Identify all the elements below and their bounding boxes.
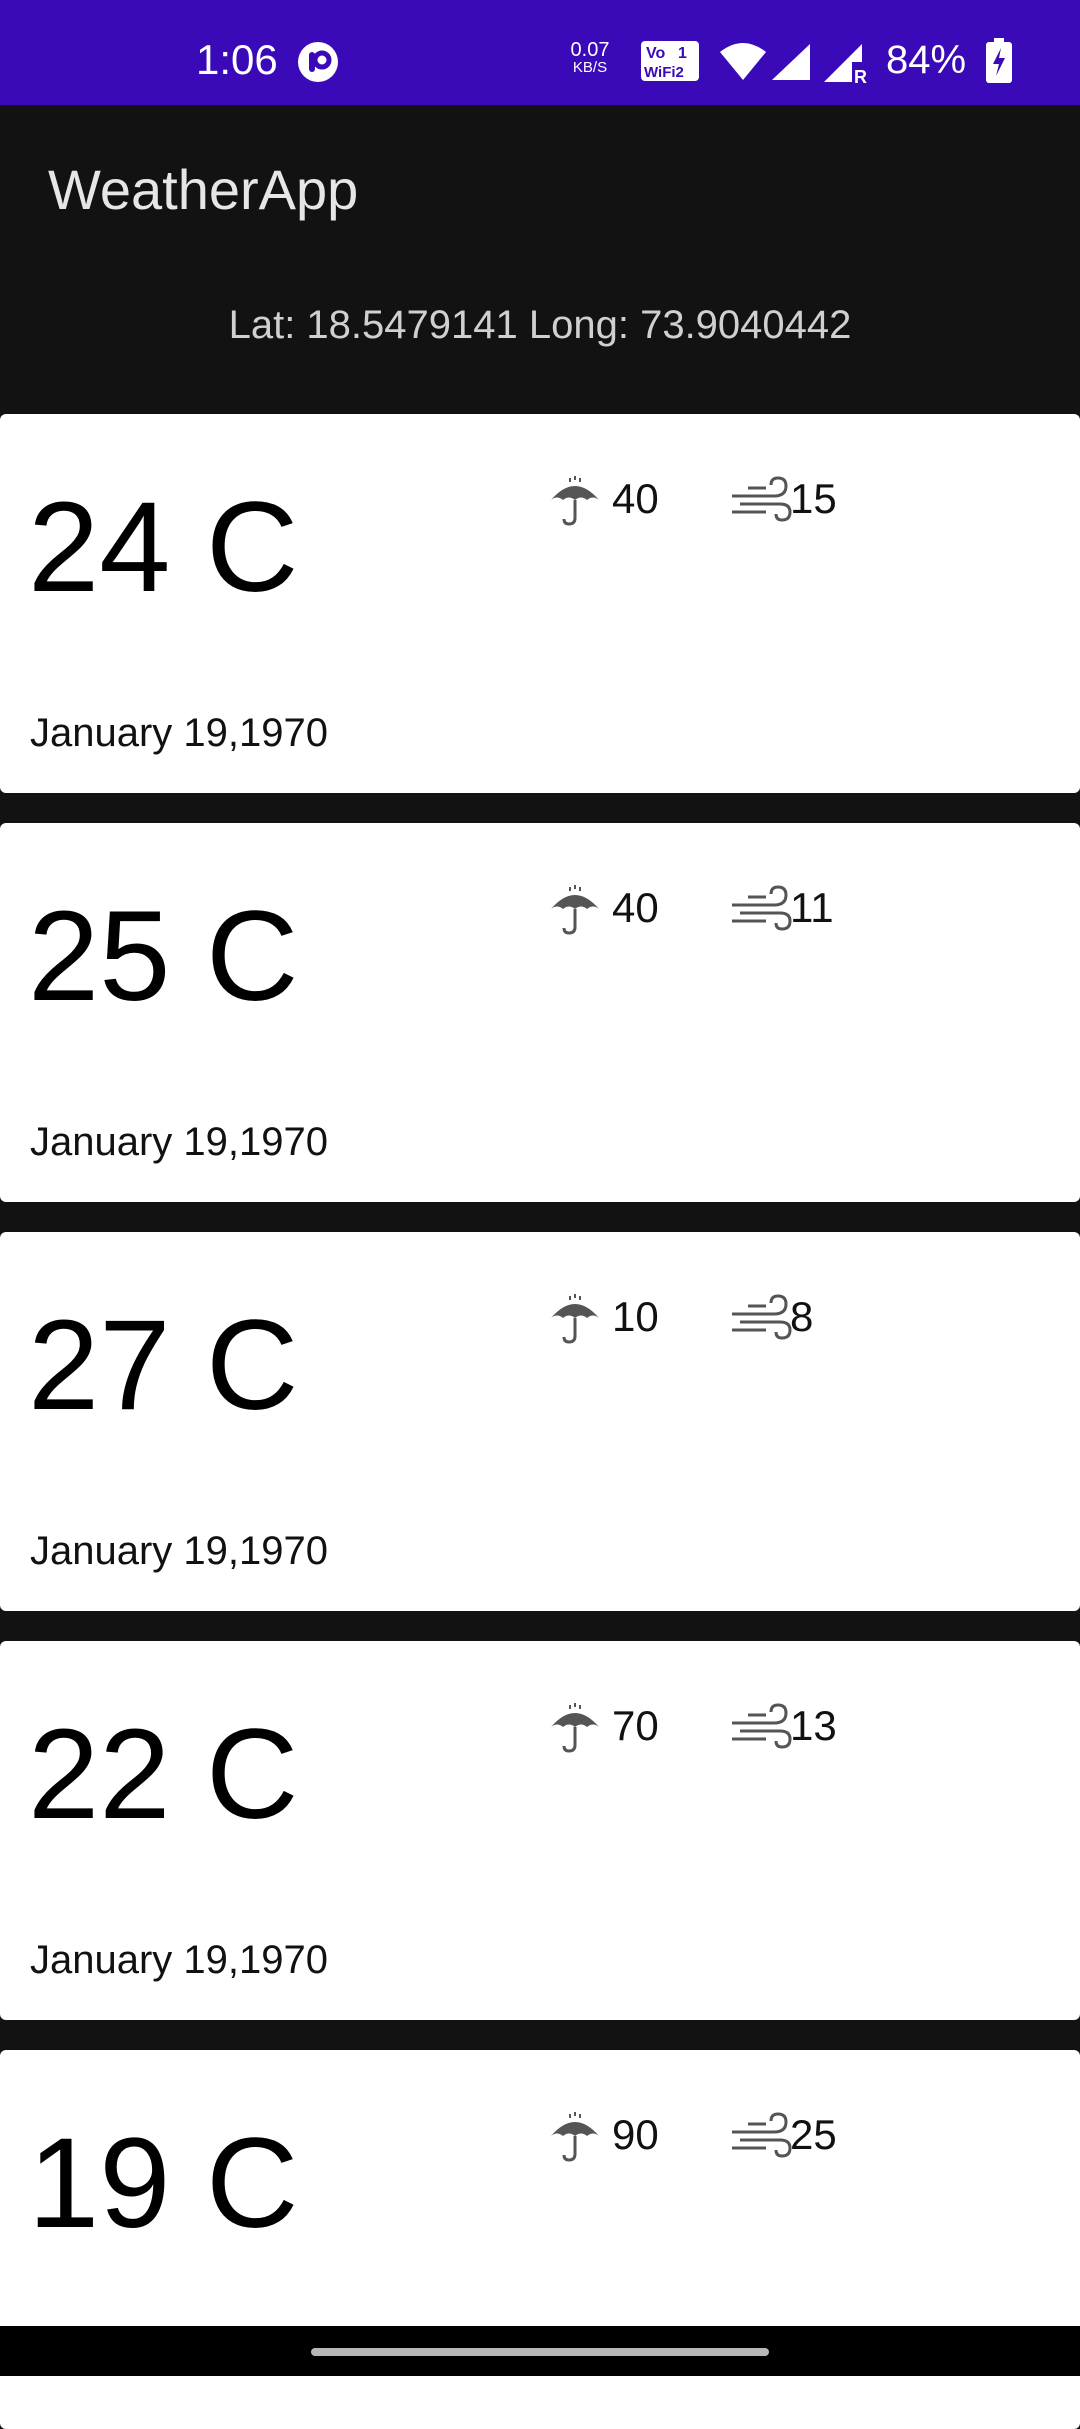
- forecast-date: January 19,1970: [30, 1120, 329, 1164]
- rain-chance: 90: [612, 2111, 659, 2158]
- location-coordinates: Lat: 18.5479141 Long: 73.9040442: [228, 303, 852, 347]
- temperature: 22 C: [28, 1703, 299, 1846]
- home-gesture-handle[interactable]: [311, 2348, 769, 2356]
- umbrella-icon: [551, 1294, 599, 1344]
- volte-wifi-calling-icon: Vo 1 WiFi2: [641, 41, 699, 81]
- network-speed-unit: KB/S: [572, 59, 608, 76]
- wind-icon: [732, 476, 792, 522]
- wind-speed: 15: [790, 475, 837, 522]
- forecast-card[interactable]: 22 C 70 13 January 19,1970: [0, 1641, 1080, 2020]
- temperature: 25 C: [28, 885, 299, 1028]
- umbrella-icon: [551, 476, 599, 526]
- navigation-bar: [0, 2326, 1080, 2376]
- wind-speed: 25: [790, 2111, 837, 2158]
- rain-chance: 10: [612, 1293, 659, 1340]
- cell-signal-roaming-icon: R: [824, 44, 867, 84]
- cell-signal-icon: [772, 44, 810, 80]
- wind-icon: [732, 2112, 792, 2158]
- wind-speed: 8: [790, 1293, 814, 1340]
- forecast-card[interactable]: 25 C 40 11 January 19,1970: [0, 823, 1080, 1202]
- forecast-date: January 19,1970: [30, 1529, 329, 1573]
- app-header: WeatherApp Lat: 18.5479141 Long: 73.9040…: [0, 105, 1080, 410]
- forecast-card[interactable]: 27 C 10 8 January 19,1970: [0, 1232, 1080, 1611]
- forecast-date: January 19,1970: [30, 1938, 329, 1982]
- svg-text:R: R: [854, 67, 867, 84]
- forecast-date: January 19,1970: [30, 711, 329, 755]
- umbrella-icon: [551, 2112, 599, 2162]
- network-speed: 0.07 KB/S: [562, 40, 618, 76]
- rain-chance: 40: [612, 884, 659, 931]
- notification-app-icon: [298, 42, 338, 82]
- svg-text:WiFi2: WiFi2: [644, 64, 684, 81]
- forecast-card[interactable]: 24 C 40 15 January 19,1970: [0, 414, 1080, 793]
- svg-text:1: 1: [678, 45, 687, 62]
- umbrella-icon: [551, 1703, 599, 1753]
- battery-percent: 84%: [886, 38, 967, 82]
- network-speed-value: 0.07: [570, 39, 610, 61]
- temperature: 27 C: [28, 1294, 299, 1437]
- wind-speed: 11: [790, 884, 834, 931]
- battery-charging-icon: [986, 38, 1012, 83]
- wind-icon: [732, 1703, 792, 1749]
- clock: 1:06: [196, 36, 278, 83]
- rain-chance: 70: [612, 1702, 659, 1749]
- temperature: 19 C: [28, 2112, 299, 2255]
- rain-chance: 40: [612, 475, 659, 522]
- wind-icon: [732, 885, 792, 931]
- wifi-icon: [720, 43, 766, 80]
- wind-icon: [732, 1294, 792, 1340]
- umbrella-icon: [551, 885, 599, 935]
- app-title: WeatherApp: [48, 158, 359, 221]
- wind-speed: 13: [790, 1702, 837, 1749]
- status-bar: 1:06 0.07 KB/S Vo 1 WiFi2 R 84%: [0, 0, 1080, 105]
- svg-text:Vo: Vo: [646, 45, 665, 62]
- temperature: 24 C: [28, 476, 299, 619]
